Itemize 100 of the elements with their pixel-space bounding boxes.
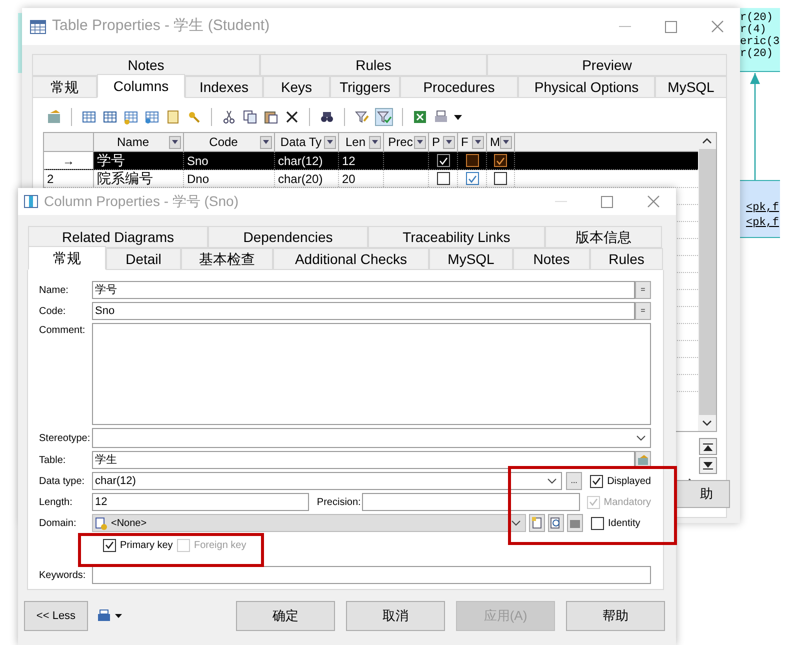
dropdown-button[interactable] (443, 136, 455, 148)
paste-icon[interactable] (263, 109, 279, 125)
tab[interactable]: Notes (513, 248, 590, 270)
column-header: P (432, 134, 440, 151)
tab[interactable]: Triggers (330, 76, 400, 98)
print-icon[interactable] (97, 609, 111, 623)
tab[interactable]: Notes (32, 54, 260, 76)
scroll-bottom-button[interactable] (699, 457, 717, 474)
print-icon[interactable] (433, 109, 449, 125)
dropdown-button[interactable] (369, 136, 381, 148)
maximize-icon[interactable] (601, 196, 613, 208)
close-icon[interactable] (711, 20, 724, 33)
checkbox[interactable] (494, 172, 507, 185)
checkbox[interactable] (494, 154, 507, 167)
checkbox-label: Displayed (607, 474, 651, 488)
caret-icon[interactable] (115, 614, 122, 618)
tab[interactable]: Preview (487, 54, 727, 76)
tab[interactable]: MySQL (655, 76, 727, 98)
data-type-dropdown[interactable]: char(12) (92, 472, 562, 490)
checkbox[interactable] (590, 474, 604, 488)
tab[interactable]: Traceability Links (368, 226, 545, 248)
scrollbar[interactable] (698, 133, 716, 431)
new-button[interactable] (529, 514, 545, 532)
table-row[interactable]: → 学号 Sno char(12) 12 (44, 152, 698, 170)
dropdown-button[interactable] (472, 136, 484, 148)
checkbox[interactable] (436, 172, 450, 185)
less-button[interactable]: << Less (24, 601, 88, 631)
equals-button[interactable]: = (635, 302, 651, 320)
tab[interactable]: Rules (590, 248, 663, 270)
window-title: Column Properties - 学号 (Sno) (44, 192, 239, 211)
key-icon[interactable] (186, 109, 202, 125)
window-title: Table Properties - 学生 (Student) (52, 16, 270, 36)
caret-icon[interactable] (454, 114, 462, 120)
browse-button[interactable]: ... (566, 472, 582, 490)
filter-icon[interactable] (376, 109, 392, 125)
copy-icon[interactable] (242, 109, 258, 125)
tab[interactable]: Dependencies (208, 226, 368, 248)
dropdown-button[interactable] (500, 136, 512, 148)
tab[interactable]: Columns (97, 74, 185, 98)
table-icon[interactable] (144, 109, 160, 125)
properties-button[interactable] (567, 514, 583, 532)
table-cell: char(20) (275, 170, 339, 187)
checkbox[interactable] (103, 538, 116, 552)
find-button[interactable] (548, 514, 564, 532)
dropdown-button[interactable] (260, 136, 272, 148)
tab[interactable]: Physical Options (518, 76, 655, 98)
help-button[interactable]: 助 (676, 480, 730, 508)
dialog-button[interactable]: 确定 (236, 601, 335, 631)
tab[interactable]: Rules (260, 54, 487, 76)
column-header: Code (208, 134, 239, 151)
text-field[interactable]: 12 (92, 493, 309, 511)
dialog-button[interactable]: 取消 (346, 601, 445, 631)
comment-field[interactable] (92, 323, 651, 425)
cut-icon[interactable] (221, 109, 237, 125)
binoculars-icon[interactable] (319, 109, 335, 125)
filter-icon[interactable] (354, 109, 370, 125)
precision-field[interactable] (362, 493, 580, 511)
check-icon (105, 541, 114, 549)
spreadsheet-icon[interactable] (412, 109, 428, 125)
column-icon (24, 195, 38, 208)
tab[interactable]: Indexes (185, 76, 263, 98)
field-label: Length: (39, 496, 74, 510)
tab[interactable]: Procedures (400, 76, 518, 98)
equals-button[interactable]: = (635, 281, 651, 299)
text-field[interactable]: 学生 (92, 451, 635, 469)
tab[interactable]: Detail (106, 248, 181, 270)
checkbox[interactable] (466, 154, 478, 167)
column-header: Prec (387, 134, 414, 151)
text-field[interactable]: Sno (92, 302, 635, 320)
dropdown-button[interactable] (324, 136, 336, 148)
keywords-field[interactable] (92, 566, 651, 584)
table-icon[interactable] (102, 109, 118, 125)
close-icon[interactable] (647, 195, 660, 208)
table-cell: 12 (339, 152, 384, 169)
table-icon[interactable] (123, 109, 139, 125)
tab[interactable]: 版本信息 (545, 226, 662, 248)
note-icon[interactable] (165, 109, 181, 125)
tab[interactable]: MySQL (429, 248, 513, 270)
stereotype-dropdown[interactable] (92, 428, 651, 448)
table-row[interactable]: 2 院系编号 Dno char(20) 20 (44, 170, 698, 188)
magnifier-icon (550, 517, 562, 529)
tab[interactable]: Related Diagrams (28, 226, 208, 248)
dropdown-button[interactable] (414, 136, 426, 148)
tab[interactable]: 常规 (32, 76, 97, 98)
checkbox[interactable] (591, 516, 604, 530)
tab[interactable]: Additional Checks (273, 248, 429, 270)
scroll-top-button[interactable] (699, 438, 717, 455)
tab[interactable]: 基本检查 (181, 248, 273, 270)
delete-icon[interactable] (284, 109, 300, 125)
dropdown-button[interactable] (169, 136, 181, 148)
checkbox[interactable] (466, 172, 478, 185)
table-icon[interactable] (81, 109, 97, 125)
text-field[interactable]: 学号 (92, 281, 635, 299)
checkbox[interactable] (436, 154, 450, 167)
maximize-icon[interactable] (665, 20, 677, 32)
field-label: Stereotype: (39, 432, 92, 446)
tab[interactable]: Keys (263, 76, 330, 98)
dialog-button[interactable]: 帮助 (566, 601, 665, 631)
tab[interactable]: 常规 (28, 246, 106, 270)
domain-dropdown[interactable]: <None> (92, 514, 526, 532)
